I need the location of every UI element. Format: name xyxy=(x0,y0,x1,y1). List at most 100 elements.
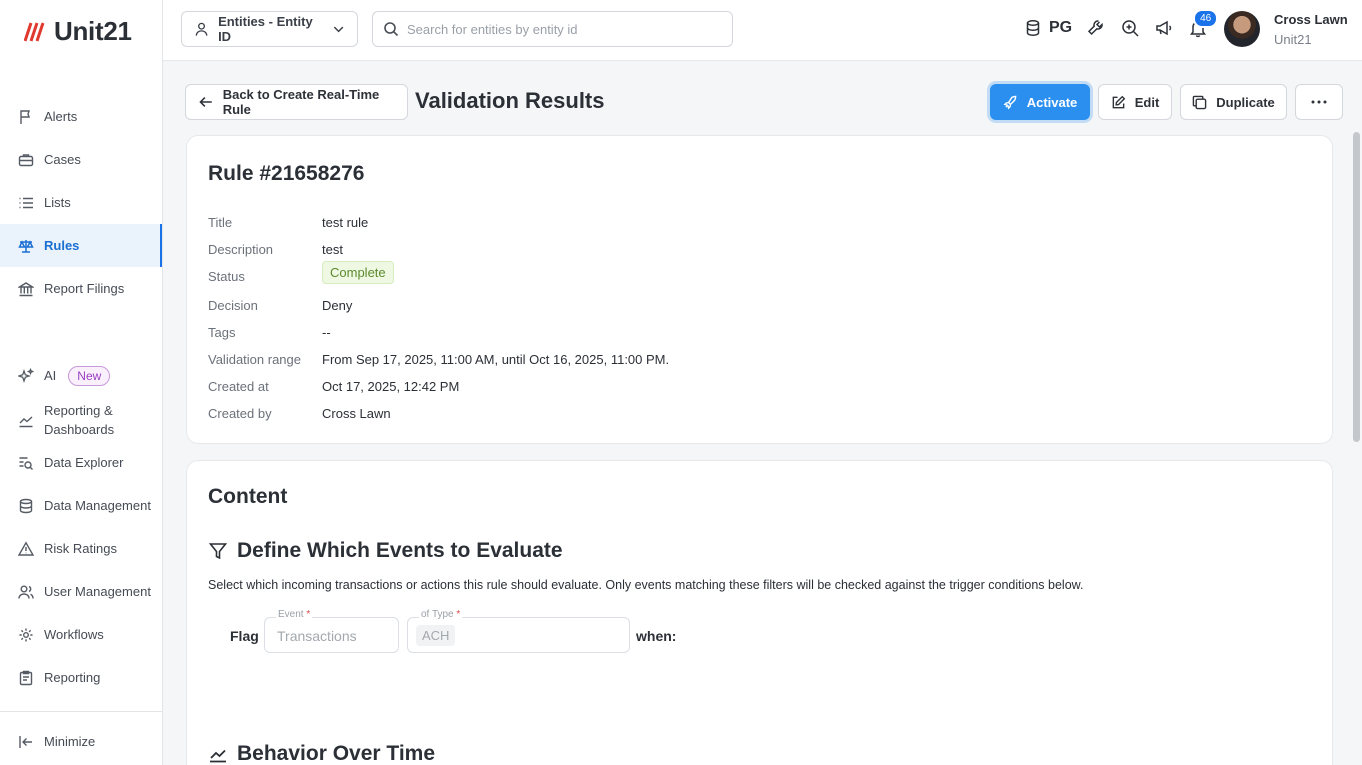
notification-count-badge: 46 xyxy=(1193,9,1219,28)
top-bar: Entities - Entity ID PG 46 Cross Lawn Un… xyxy=(163,0,1362,61)
avatar[interactable] xyxy=(1224,11,1260,47)
logo-slashes-icon xyxy=(24,22,45,41)
warning-icon xyxy=(18,540,34,556)
zoom-search-icon[interactable] xyxy=(1120,18,1140,38)
duplicate-label: Duplicate xyxy=(1216,94,1275,110)
user-icon xyxy=(195,22,208,36)
sidebar-item-label: Workflows xyxy=(44,627,104,642)
sidebar-item-report-filings[interactable]: Report Filings xyxy=(0,267,162,310)
behavior-section-title: Behavior Over Time xyxy=(237,742,436,765)
activate-button[interactable]: Activate xyxy=(990,84,1090,120)
sidebar-divider xyxy=(0,711,162,712)
workflow-icon xyxy=(19,628,33,641)
sidebar-item-label: AI xyxy=(44,368,57,383)
sidebar-item-label: Alerts xyxy=(44,109,78,124)
data-search-icon xyxy=(19,456,33,470)
user-org: Unit21 xyxy=(1274,32,1312,47)
entity-type-select[interactable]: Entities - Entity ID xyxy=(181,11,358,47)
filter-icon xyxy=(208,543,228,560)
type-field-label: of Type * xyxy=(419,609,463,620)
sidebar-item-label: User Management xyxy=(44,584,151,599)
field-value: -- xyxy=(322,325,331,340)
edit-label: Edit xyxy=(1134,94,1160,110)
sidebar-item-label: Report Filings xyxy=(44,281,125,296)
clipboard-icon xyxy=(19,670,33,685)
field-key: Description xyxy=(208,242,274,257)
logo-text: Unit21 xyxy=(54,16,132,46)
sidebar-item-label: Cases xyxy=(44,152,81,167)
unit21-logo[interactable]: Unit21 xyxy=(24,16,132,47)
flag-label: Flag xyxy=(230,628,259,644)
search-icon xyxy=(384,22,399,37)
database-icon xyxy=(19,498,33,513)
events-section-heading: Define Which Events to Evaluate xyxy=(208,539,563,563)
sidebar-item-reporting[interactable]: Reporting xyxy=(0,656,162,699)
field-value: test xyxy=(322,242,343,257)
type-select[interactable]: of Type * ACH xyxy=(407,609,630,653)
top-toolbar: PG 46 xyxy=(1023,9,1219,38)
field-key: Tags xyxy=(208,325,236,340)
chart-line-icon xyxy=(19,415,33,427)
sidebar-item-data-explorer[interactable]: Data Explorer xyxy=(0,441,162,484)
field-key: Title xyxy=(208,215,233,230)
search-box[interactable] xyxy=(372,11,733,47)
briefcase-icon xyxy=(18,153,34,166)
list-icon xyxy=(19,197,33,208)
field-value: From Sep 17, 2025, 11:00 AM, until Oct 1… xyxy=(322,352,670,367)
chevron-down-icon xyxy=(333,26,344,33)
search-input[interactable] xyxy=(407,21,707,37)
field-key: Validation range xyxy=(208,352,301,367)
sidebar-item-user-management[interactable]: User Management xyxy=(0,570,162,613)
minimize-label: Minimize xyxy=(44,734,96,749)
wrench-icon[interactable] xyxy=(1086,18,1106,38)
sidebar-item-label: Data Management xyxy=(44,498,151,513)
behavior-section-heading: Behavior Over Time xyxy=(208,742,435,765)
back-button[interactable]: Back to Create Real-Time Rule xyxy=(185,84,408,120)
field-value: Oct 17, 2025, 12:42 PM xyxy=(322,379,460,394)
rule-details-card: Rule #21658276 Title test rule Descripti… xyxy=(186,135,1333,444)
event-select[interactable]: Event * Transactions xyxy=(264,609,399,653)
sidebar-item-data-management[interactable]: Data Management xyxy=(0,484,162,527)
status-badge: Complete xyxy=(322,261,394,284)
sidebar-item-workflows[interactable]: Workflows xyxy=(0,613,162,656)
sidebar-item-ai[interactable]: AI New xyxy=(0,354,162,397)
rule-heading: Rule #21658276 xyxy=(208,162,365,185)
database-label[interactable]: PG xyxy=(1049,19,1072,37)
copy-icon xyxy=(1192,95,1207,109)
events-section-description: Select which incoming transactions or ac… xyxy=(208,578,1084,592)
entity-select-value: Entities - Entity ID xyxy=(218,14,313,44)
edit-button[interactable]: Edit xyxy=(1098,84,1172,120)
collapse-icon xyxy=(19,735,32,748)
sidebar-item-risk-ratings[interactable]: Risk Ratings xyxy=(0,527,162,570)
megaphone-icon[interactable] xyxy=(1154,18,1174,38)
sidebar-item-rules[interactable]: Rules xyxy=(0,224,162,267)
sidebar-item-alerts[interactable]: Alerts xyxy=(0,95,162,138)
flag-icon xyxy=(20,109,30,124)
content-title: Content xyxy=(208,485,288,508)
chart-line-icon xyxy=(210,749,226,763)
sidebar-item-label: Rules xyxy=(44,238,80,253)
events-section-title: Define Which Events to Evaluate xyxy=(237,539,563,562)
edit-icon xyxy=(1112,95,1126,108)
sidebar-item-reporting-dashboards[interactable]: Reporting & Dashboards xyxy=(0,398,162,441)
database-icon[interactable] xyxy=(1023,18,1043,38)
user-name[interactable]: Cross Lawn xyxy=(1274,12,1348,27)
more-actions-button[interactable] xyxy=(1295,84,1343,120)
event-field-label: Event * xyxy=(276,609,313,620)
back-button-label: Back to Create Real-Time Rule xyxy=(222,87,380,117)
sidebar-item-label: Data Explorer xyxy=(44,455,124,470)
field-key: Created at xyxy=(208,379,269,394)
sidebar-item-cases[interactable]: Cases xyxy=(0,138,162,181)
sidebar-item-lists[interactable]: Lists xyxy=(0,181,162,224)
new-badge: New xyxy=(68,365,111,386)
users-icon xyxy=(18,585,34,599)
minimize-button[interactable]: Minimize xyxy=(0,720,162,763)
sidebar-item-label: Risk Ratings xyxy=(44,541,117,556)
bank-icon xyxy=(18,281,34,296)
sidebar-item-label: Reporting xyxy=(44,670,101,685)
arrow-left-icon xyxy=(199,97,212,107)
notifications-button[interactable]: 46 xyxy=(1188,9,1219,38)
field-key: Status xyxy=(208,269,245,284)
duplicate-button[interactable]: Duplicate xyxy=(1180,84,1287,120)
scrollbar[interactable] xyxy=(1353,132,1360,442)
